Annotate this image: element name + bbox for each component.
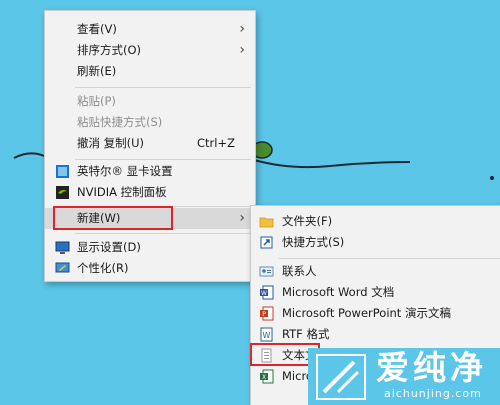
submenu-item-folder-label: 文件夹(F): [282, 214, 333, 228]
watermark-logo-icon: [316, 354, 366, 400]
chevron-right-icon: ›: [239, 21, 245, 37]
watermark-title: 爱纯净: [376, 348, 487, 387]
svg-text:W: W: [263, 331, 271, 340]
menu-item-nvidia-panel[interactable]: NVIDIA 控制面板: [45, 182, 255, 203]
watermark: 爱纯净 aichunjing.com: [308, 348, 500, 405]
powerpoint-icon: P: [260, 306, 274, 321]
wallpaper-line-left: [13, 152, 45, 159]
menu-separator: [75, 87, 251, 88]
chevron-right-icon: ›: [239, 42, 245, 58]
chevron-right-icon: ›: [239, 210, 245, 226]
intel-graphics-icon: [56, 165, 69, 178]
shortcut-icon: [260, 236, 273, 249]
menu-separator: [75, 233, 251, 234]
menu-item-view-label: 查看(V): [77, 22, 117, 36]
wallpaper-line-right: [253, 159, 411, 169]
desktop-context-menu: 查看(V) › 排序方式(O) › 刷新(E) 粘贴(P) 粘贴快捷方式(S) …: [44, 10, 256, 282]
wordpad-icon: W: [260, 327, 273, 342]
nvidia-icon: [56, 186, 69, 199]
menu-item-new[interactable]: 新建(W) ›: [45, 208, 255, 229]
menu-item-sort-by[interactable]: 排序方式(O) ›: [45, 40, 255, 61]
menu-separator: [279, 258, 500, 259]
excel-icon: X: [260, 369, 274, 384]
submenu-item-folder[interactable]: 文件夹(F): [251, 211, 500, 232]
submenu-item-shortcut-label: 快捷方式(S): [282, 235, 345, 249]
menu-item-undo-copy-label: 撤消 复制(U): [77, 136, 145, 150]
menu-separator: [75, 159, 251, 160]
menu-item-refresh-label: 刷新(E): [77, 64, 117, 78]
shortcut-key-label: Ctrl+Z: [197, 136, 235, 150]
submenu-item-shortcut[interactable]: 快捷方式(S): [251, 232, 500, 253]
submenu-item-powerpoint[interactable]: P Microsoft PowerPoint 演示文稿: [251, 303, 500, 324]
menu-item-paste-shortcut[interactable]: 粘贴快捷方式(S): [45, 112, 255, 133]
menu-item-paste[interactable]: 粘贴(P): [45, 91, 255, 112]
menu-item-new-label: 新建(W): [77, 211, 121, 225]
submenu-item-contact-label: 联系人: [282, 264, 317, 278]
menu-item-refresh[interactable]: 刷新(E): [45, 61, 255, 82]
watermark-url: aichunjing.com: [384, 387, 482, 400]
svg-text:W: W: [261, 290, 267, 297]
menu-item-intel-graphics[interactable]: 英特尔® 显卡设置: [45, 161, 255, 182]
text-file-icon: [261, 348, 272, 363]
menu-item-paste-shortcut-label: 粘贴快捷方式(S): [77, 115, 163, 129]
menu-item-display-settings-label: 显示设置(D): [77, 240, 141, 254]
submenu-item-contact[interactable]: 联系人: [251, 261, 500, 282]
submenu-item-word-label: Microsoft Word 文档: [282, 285, 395, 299]
contact-card-icon: [259, 266, 274, 277]
menu-separator: [75, 206, 251, 207]
menu-item-personalize-label: 个性化(R): [77, 261, 129, 275]
submenu-item-rtf-label: RTF 格式: [282, 327, 330, 341]
svg-text:P: P: [262, 311, 266, 318]
menu-item-view[interactable]: 查看(V) ›: [45, 19, 255, 40]
menu-item-display-settings[interactable]: 显示设置(D): [45, 237, 255, 258]
menu-item-intel-graphics-label: 英特尔® 显卡设置: [77, 164, 173, 178]
menu-item-personalize[interactable]: 个性化(R): [45, 258, 255, 279]
menu-item-sort-by-label: 排序方式(O): [77, 43, 142, 57]
submenu-item-powerpoint-label: Microsoft PowerPoint 演示文稿: [282, 306, 451, 320]
wallpaper-dot: [490, 176, 494, 180]
monitor-icon: [55, 241, 70, 254]
svg-text:X: X: [262, 374, 266, 381]
menu-item-nvidia-panel-label: NVIDIA 控制面板: [77, 185, 167, 199]
folder-icon: [259, 217, 274, 228]
menu-item-undo-copy[interactable]: 撤消 复制(U) Ctrl+Z: [45, 133, 255, 154]
submenu-item-word[interactable]: W Microsoft Word 文档: [251, 282, 500, 303]
submenu-item-rtf[interactable]: W RTF 格式: [251, 324, 500, 345]
personalize-icon: [55, 262, 70, 273]
word-doc-icon: W: [260, 285, 274, 300]
desktop[interactable]: 查看(V) › 排序方式(O) › 刷新(E) 粘贴(P) 粘贴快捷方式(S) …: [0, 0, 500, 405]
menu-item-paste-label: 粘贴(P): [77, 94, 116, 108]
